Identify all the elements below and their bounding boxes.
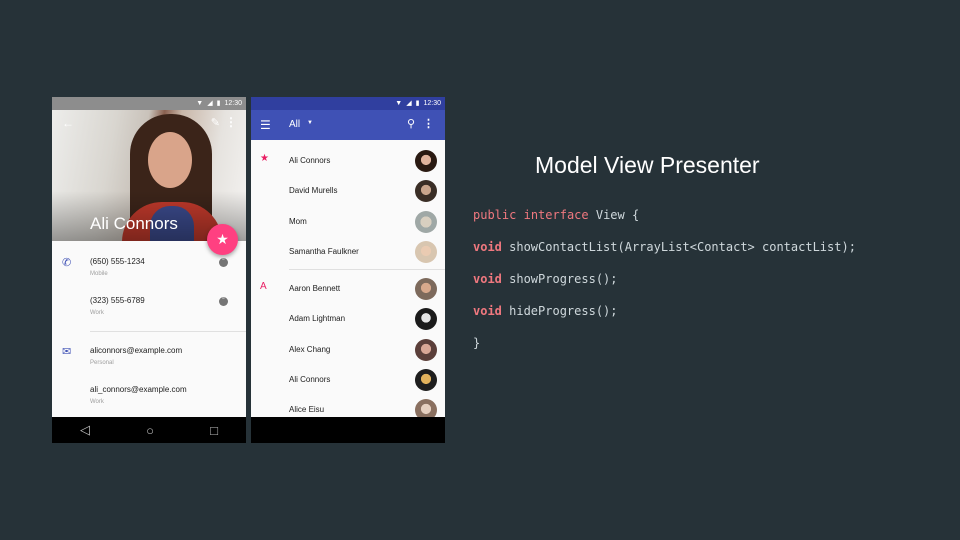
- contact-name: Aaron Bennett: [289, 284, 341, 294]
- list-item[interactable]: Alex Chang: [251, 335, 445, 365]
- contact-name: Ali Connors: [289, 375, 331, 385]
- code-text: showContactList(ArrayList<Contact> conta…: [501, 240, 856, 254]
- contact-name: Alex Chang: [289, 344, 331, 354]
- contact-name: David Murells: [289, 186, 338, 196]
- status-bar: ▼ ◢ ▮ 12:30: [251, 97, 445, 110]
- dropdown-arrow-icon[interactable]: ▼: [307, 120, 313, 126]
- avatar: [415, 150, 437, 172]
- home-circle-icon[interactable]: ○: [146, 423, 154, 438]
- back-triangle-icon[interactable]: ◁: [80, 422, 90, 438]
- email-row-work[interactable]: ali_connors@example.com Work: [52, 379, 246, 418]
- more-vert-icon[interactable]: ⋮: [423, 117, 434, 130]
- avatar: [415, 240, 437, 263]
- email-address: aliconnors@example.com: [90, 346, 183, 355]
- wifi-icon: ▼: [196, 100, 204, 107]
- phone-number: (650) 555-1234: [90, 257, 145, 266]
- email-type: Work: [90, 399, 104, 405]
- arrow-back-icon[interactable]: ←: [62, 116, 74, 130]
- phone-row-mobile[interactable]: ✆ (650) 555-1234 Mobile ": [52, 251, 246, 290]
- code-line: void hideProgress();: [473, 304, 618, 318]
- avatar: [415, 308, 437, 331]
- phone-row-work[interactable]: (323) 555-6789 Work ": [52, 290, 246, 329]
- status-bar: ▼ ◢ ▮ 12:30: [52, 97, 246, 110]
- contact-name: Ali Connors: [289, 156, 331, 165]
- code-text: View {: [588, 208, 640, 222]
- list-item[interactable]: A Aaron Bennett: [251, 274, 445, 304]
- status-time: 12:30: [224, 100, 242, 107]
- phone-icon: ✆: [62, 257, 72, 269]
- slide-title: Model View Presenter: [535, 152, 760, 178]
- contact-detail-screen: ▼ ◢ ▮ 12:30 ← ✎ ⋮ Ali Connors ★ ✆ (650) …: [52, 97, 246, 443]
- hangouts-icon[interactable]: ": [219, 297, 228, 306]
- status-time: 12:30: [423, 100, 441, 107]
- list-item[interactable]: Mom: [251, 207, 445, 237]
- contact-details-list: ✆ (650) 555-1234 Mobile " (323) 555-6789…: [52, 241, 246, 418]
- search-icon[interactable]: ⚲: [407, 117, 415, 130]
- code-line: void showProgress();: [473, 272, 618, 286]
- email-icon: ✉: [62, 346, 72, 358]
- contact-name: Ali Connors: [90, 214, 178, 233]
- code-keyword: public: [473, 208, 517, 222]
- avatar: [415, 338, 437, 361]
- list-item[interactable]: Ali Connors: [251, 365, 445, 395]
- filter-title[interactable]: All: [289, 119, 300, 130]
- avatar: [415, 180, 437, 203]
- email-row-personal[interactable]: ✉ aliconnors@example.com Personal: [52, 340, 246, 379]
- pencil-icon[interactable]: ✎: [211, 116, 220, 129]
- battery-icon: ▮: [216, 100, 221, 107]
- contact-name: Mom: [289, 216, 307, 226]
- phone-type: Work: [90, 310, 104, 316]
- system-nav-bar: ◁ ○ □: [52, 417, 246, 443]
- hamburger-icon[interactable]: ☰: [260, 118, 271, 132]
- contact-list-screen: ▼ ◢ ▮ 12:30 ☰ All ▼ ⚲ ⋮ ★ Ali Connors Da…: [251, 97, 445, 443]
- contact-list: ★ Ali Connors David Murells Mom Samantha…: [251, 140, 445, 426]
- app-toolbar: ☰ All ▼ ⚲ ⋮: [251, 110, 445, 140]
- contact-name: Samantha Faulkner: [289, 246, 359, 256]
- battery-icon: ▮: [415, 100, 420, 107]
- list-item[interactable]: ★ Ali Connors: [251, 146, 445, 176]
- recents-square-icon[interactable]: □: [210, 423, 218, 438]
- list-item[interactable]: David Murells: [251, 176, 445, 206]
- wifi-icon: ▼: [395, 100, 403, 107]
- avatar: [415, 369, 437, 392]
- avatar: [415, 210, 437, 233]
- section-letter: A: [260, 281, 267, 293]
- phone-type: Mobile: [90, 271, 108, 277]
- star-icon: ★: [260, 153, 269, 164]
- code-line: void showContactList(ArrayList<Contact> …: [473, 240, 856, 254]
- contact-photo-header: ← ✎ ⋮ Ali Connors: [52, 110, 246, 241]
- divider: [289, 269, 445, 271]
- code-text: showProgress();: [501, 272, 618, 286]
- signal-icon: ◢: [406, 100, 412, 107]
- list-item[interactable]: Samantha Faulkner: [251, 237, 445, 267]
- code-line: }: [473, 336, 480, 350]
- contact-name: Alice Eisu: [289, 405, 325, 415]
- divider: [90, 331, 246, 332]
- contact-name: Adam Lightman: [289, 314, 346, 324]
- code-keyword: void: [473, 240, 502, 254]
- hangouts-icon[interactable]: ": [219, 258, 228, 267]
- email-address: ali_connors@example.com: [90, 385, 187, 394]
- phone-number: (323) 555-6789: [90, 296, 145, 305]
- email-type: Personal: [90, 360, 114, 366]
- code-keyword: interface: [523, 208, 589, 222]
- avatar: [415, 278, 437, 301]
- code-text: }: [473, 336, 481, 350]
- code-text: hideProgress();: [501, 304, 618, 318]
- signal-icon: ◢: [207, 100, 213, 107]
- code-line: public interface View {: [473, 208, 639, 222]
- more-vert-icon[interactable]: ⋮: [225, 115, 237, 129]
- system-nav-bar: [251, 417, 445, 443]
- code-keyword: void: [473, 304, 502, 318]
- list-item[interactable]: Adam Lightman: [251, 304, 445, 334]
- star-icon: ★: [216, 231, 229, 247]
- favorite-fab[interactable]: ★: [207, 224, 238, 255]
- code-keyword: void: [473, 272, 502, 286]
